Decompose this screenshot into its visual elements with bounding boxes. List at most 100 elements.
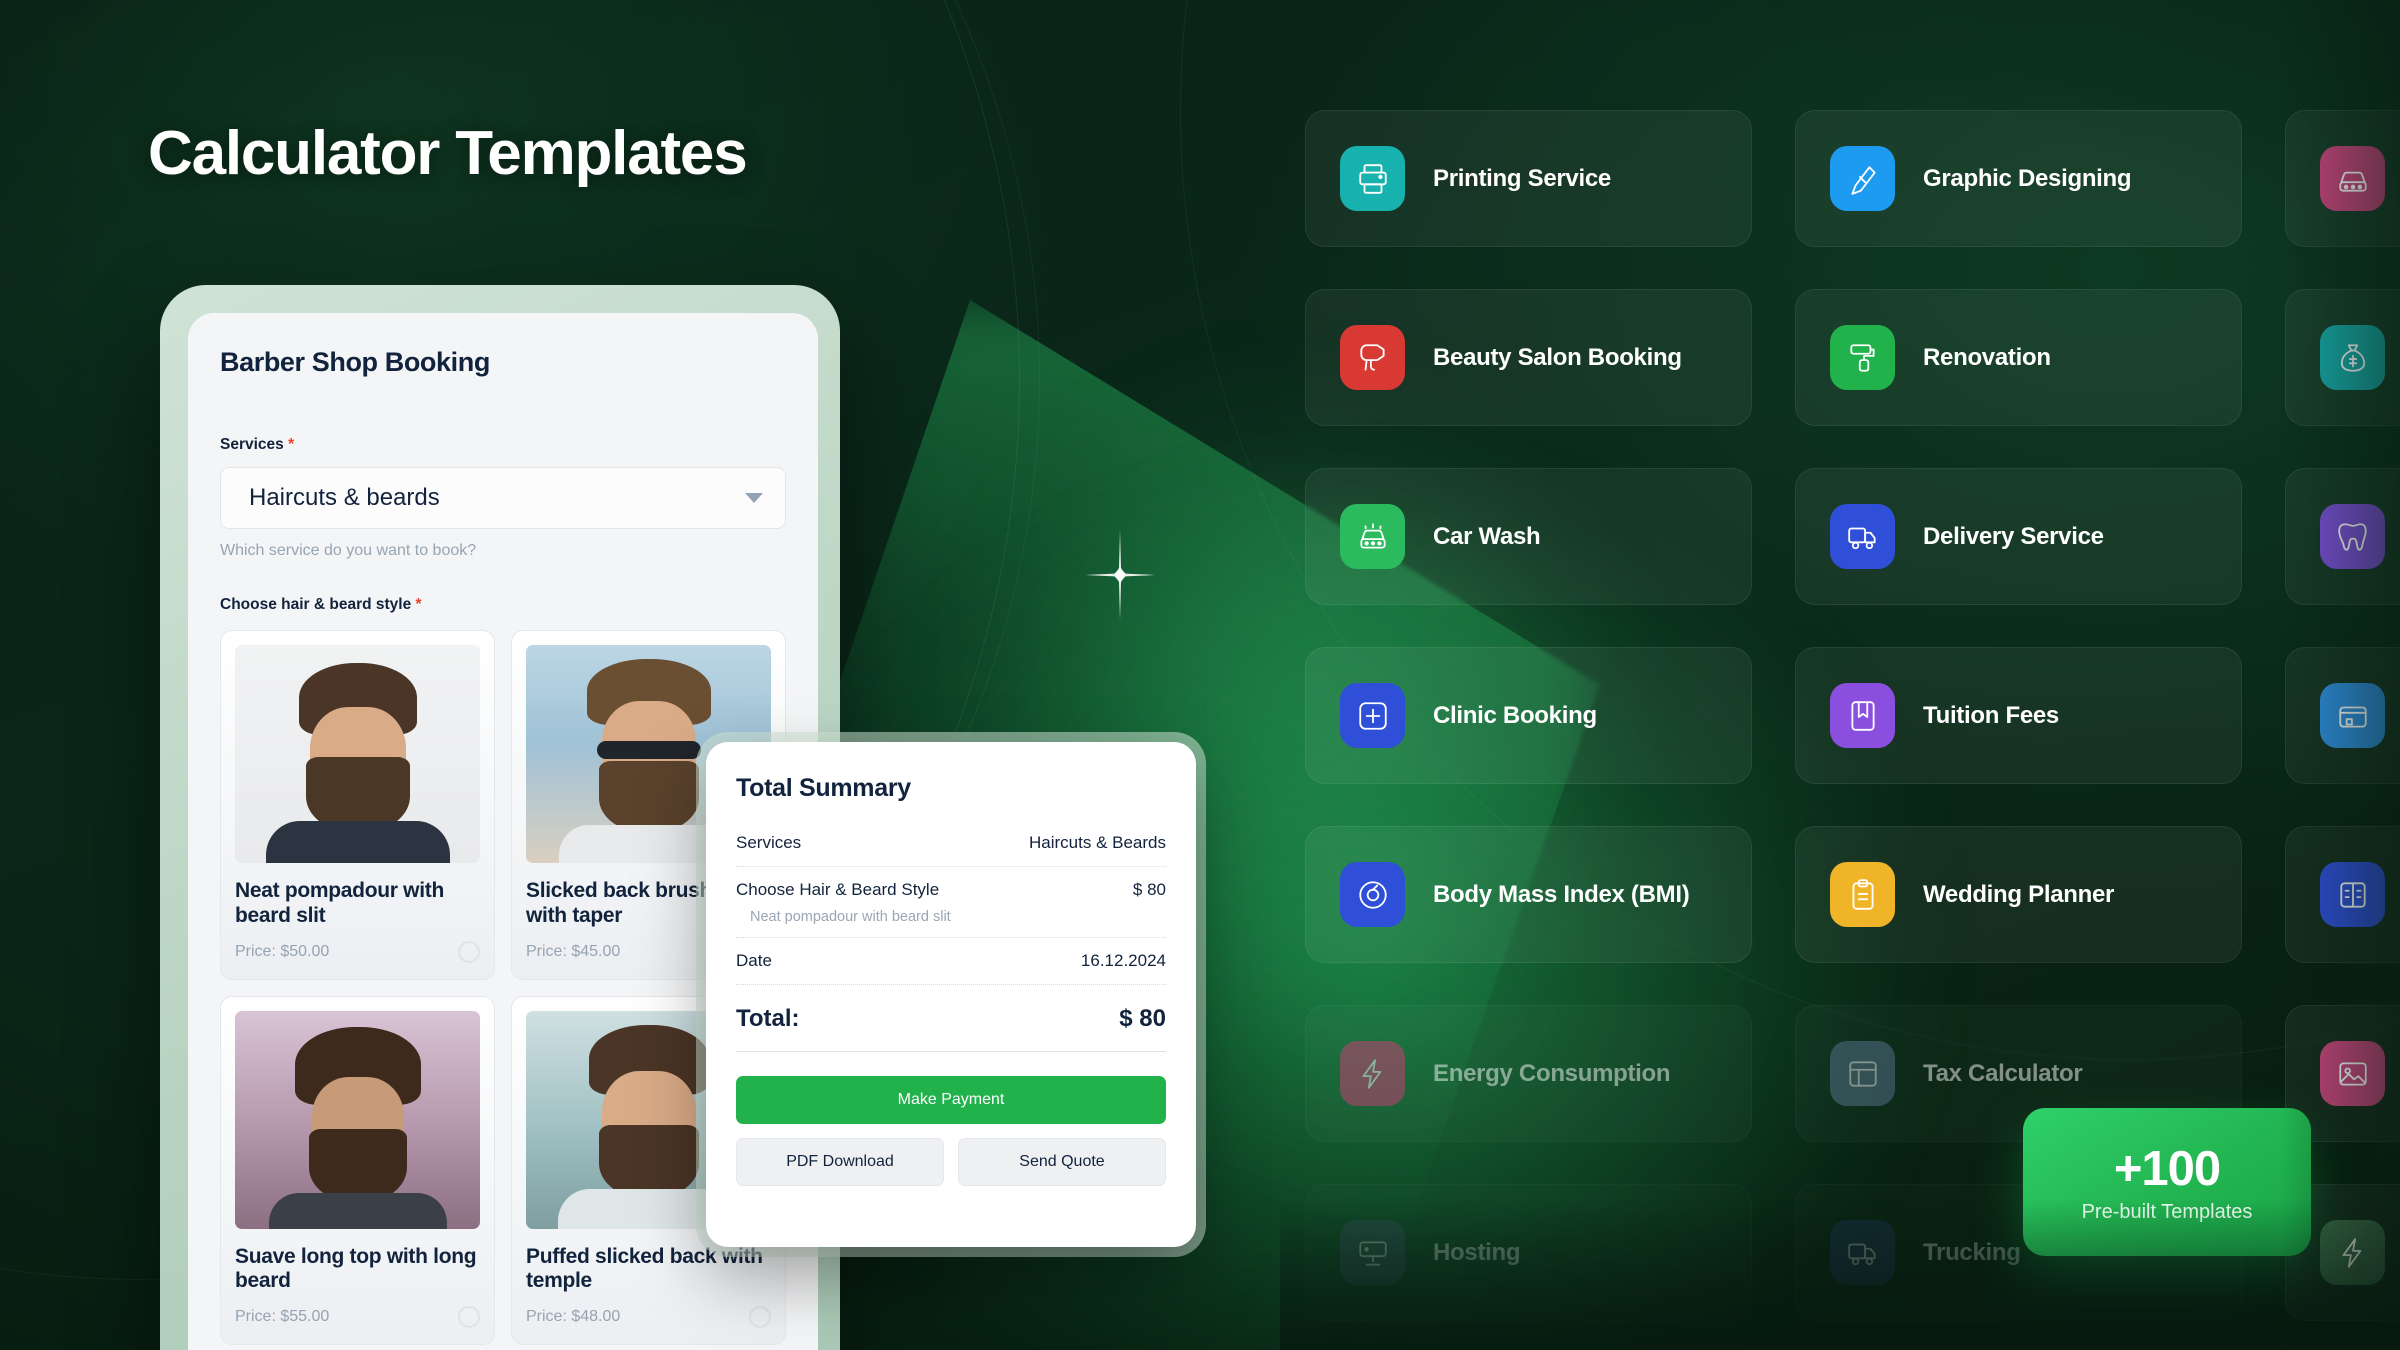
template-card[interactable]: Body Mass Index (BMI): [1305, 826, 1752, 963]
summary-rows: Services Haircuts & Beards Choose Hair &…: [736, 829, 1166, 1052]
fabric-icon: [2320, 862, 2385, 927]
template-card[interactable]: Tuition Fees: [1795, 647, 2242, 784]
template-card[interactable]: Beauty Salon Booking: [1305, 289, 1752, 426]
template-card-label: Beauty Salon Booking: [1433, 343, 1682, 371]
template-card[interactable]: Graphic Designing: [1795, 110, 2242, 247]
style-card-name: Puffed slicked back with temple: [526, 1244, 763, 1293]
template-card[interactable]: Car Wash: [1305, 468, 1752, 605]
style-photo: [235, 645, 480, 863]
template-card[interactable]: Dental Care: [2285, 468, 2400, 605]
style-card-price: Price: $55.00: [235, 1308, 330, 1326]
style-card-price: Price: $50.00: [235, 942, 330, 960]
template-card[interactable]: Hosting: [1305, 1184, 1752, 1321]
style-card[interactable]: Neat pompadour with beard slit Price: $5…: [220, 630, 495, 980]
venue-icon: [2320, 683, 2385, 748]
summary-row-value: Haircuts & Beards: [1029, 833, 1166, 852]
summary-total-row: Total: $ 80: [736, 985, 1166, 1052]
prebuilt-templates-badge: +100 Pre-built Templates: [2023, 1108, 2311, 1256]
tooth-icon: [2320, 504, 2385, 569]
make-payment-button[interactable]: Make Payment: [736, 1076, 1166, 1124]
services-label: Services *: [220, 436, 786, 454]
form-title: Barber Shop Booking: [220, 347, 490, 377]
template-card-label: Energy Consumption: [1433, 1059, 1671, 1087]
services-label-text: Services: [220, 436, 284, 453]
style-card-radio[interactable]: [458, 940, 480, 963]
grid-icon: [1830, 1041, 1895, 1106]
summary-row-value: 16.12.2024: [1080, 951, 1166, 970]
template-card-label: Hosting: [1433, 1238, 1521, 1266]
summary-row-key: Services: [736, 833, 802, 852]
badge-count: +100: [2113, 1141, 2221, 1196]
template-card-label: Clinic Booking: [1433, 701, 1597, 729]
style-card-grid: Neat pompadour with beard slit Price: $5…: [220, 630, 786, 1346]
badge-caption: Pre-built Templates: [2081, 1200, 2253, 1223]
services-select[interactable]: Haircuts & beards: [220, 467, 786, 529]
book-icon: [1830, 683, 1895, 748]
car-icon: [2320, 146, 2385, 211]
bolt-icon: [2320, 1220, 2385, 1285]
money-bag-icon: [2320, 325, 2385, 390]
send-quote-button[interactable]: Send Quote: [958, 1138, 1166, 1186]
template-card-label: Car Wash: [1433, 522, 1541, 550]
services-select-value: Haircuts & beards: [249, 484, 440, 511]
summary-row-subtext: Neat pompadour with beard slit: [736, 909, 1166, 938]
secondary-button-row: PDF Download Send Quote: [736, 1138, 1166, 1186]
pdf-download-button[interactable]: PDF Download: [736, 1138, 944, 1186]
paint-roller-icon: [1830, 325, 1895, 390]
template-card-label: Delivery Service: [1923, 522, 2104, 550]
sparkle-icon: [1085, 530, 1155, 620]
template-card-label: Wedding Planner: [1923, 880, 2115, 908]
style-card-name: Neat pompadour with beard slit: [235, 879, 444, 927]
summary-total-label: Total:: [736, 1005, 800, 1032]
template-card[interactable]: Printing Service: [1305, 110, 1752, 247]
style-card-name: Suave long top with long beard: [235, 1244, 477, 1293]
template-card[interactable]: Delivery Service: [1795, 468, 2242, 605]
summary-row-key: Date: [736, 951, 772, 970]
page-title: Calculator Templates: [148, 119, 748, 188]
total-summary-title: Total Summary: [736, 774, 911, 802]
summary-row: Services Haircuts & Beards: [736, 829, 1166, 867]
server-icon: [1340, 1220, 1405, 1285]
style-card-price: Price: $45.00: [526, 942, 621, 960]
template-card[interactable]: Fabrication: [2285, 826, 2400, 963]
template-card-label: Tuition Fees: [1923, 701, 2059, 729]
style-card-footer: Price: $50.00: [235, 940, 480, 963]
template-card-label: Graphic Designing: [1923, 164, 2132, 192]
summary-row: Choose Hair & Beard Style $ 80: [736, 867, 1166, 913]
printer-icon: [1340, 146, 1405, 211]
template-card-label: Tax Calculator: [1923, 1059, 2083, 1087]
style-label-text: Choose hair & beard style: [220, 596, 412, 613]
services-helper-text: Which service do you want to book?: [220, 542, 477, 559]
template-card[interactable]: Clinic Booking: [1305, 647, 1752, 784]
summary-total-value: $ 80: [1119, 1005, 1166, 1032]
summary-row-key: Choose Hair & Beard Style: [736, 880, 940, 899]
template-card[interactable]: Car Rental: [2285, 110, 2400, 247]
pen-nib-icon: [1830, 146, 1895, 211]
template-card[interactable]: Loan Payment: [2285, 289, 2400, 426]
style-card-price: Price: $48.00: [526, 1308, 621, 1326]
template-card-label: Trucking: [1923, 1238, 2021, 1266]
template-card[interactable]: Venue Booking: [2285, 647, 2400, 784]
template-card[interactable]: Wedding Planner: [1795, 826, 2242, 963]
style-label: Choose hair & beard style *: [220, 596, 786, 614]
hairdryer-icon: [1340, 325, 1405, 390]
style-card-radio[interactable]: [458, 1306, 480, 1329]
style-photo: [235, 1010, 480, 1229]
truck-icon: [1830, 1220, 1895, 1285]
summary-row-value: $ 80: [1132, 880, 1166, 899]
chevron-down-icon: [745, 493, 763, 503]
required-asterisk: *: [288, 436, 295, 453]
clinic-icon: [1340, 683, 1405, 748]
summary-row: Date 16.12.2024: [736, 938, 1166, 985]
template-card-label: Body Mass Index (BMI): [1433, 880, 1690, 908]
template-card[interactable]: Renovation: [1795, 289, 2242, 426]
template-card-label: Renovation: [1923, 343, 2051, 371]
style-card-footer: Price: $48.00: [526, 1306, 771, 1329]
total-summary-panel: Total Summary Services Haircuts & Beards…: [706, 742, 1196, 1247]
image-icon: [2320, 1041, 2385, 1106]
style-card-radio[interactable]: [749, 1306, 771, 1329]
style-card[interactable]: Suave long top with long beard Price: $5…: [220, 995, 495, 1346]
template-card[interactable]: Energy Consumption: [1305, 1005, 1752, 1142]
truck-icon: [1830, 504, 1895, 569]
clipboard-icon: [1830, 862, 1895, 927]
